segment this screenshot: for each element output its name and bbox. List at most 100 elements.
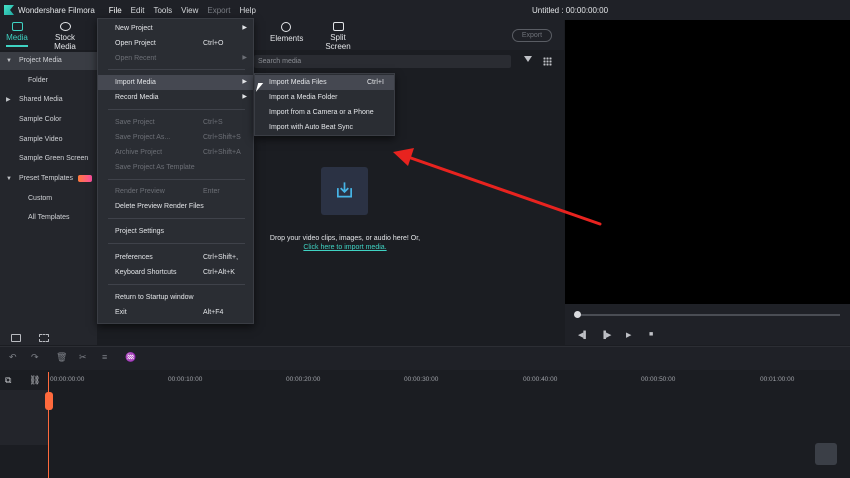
menu-item-label: Preferences bbox=[115, 254, 153, 261]
link-icon[interactable]: ⛓ bbox=[29, 375, 40, 386]
delete-icon[interactable]: 🗑 bbox=[56, 352, 67, 363]
menu-item-new-project[interactable]: New Project ▶ bbox=[98, 21, 253, 36]
tab-media-label: Media bbox=[6, 33, 28, 42]
menu-item-open-recent[interactable]: Open Recent ▶ bbox=[98, 51, 253, 66]
caret-down-icon: ▼ bbox=[6, 58, 12, 64]
menu-item-label: Open Recent bbox=[115, 55, 157, 62]
track-header bbox=[0, 390, 48, 445]
menu-tools[interactable]: Tools bbox=[153, 6, 172, 15]
cut-icon[interactable]: ✂ bbox=[79, 352, 87, 363]
step-forward-icon[interactable]: ▐▶ bbox=[601, 331, 611, 339]
menu-item-open-project[interactable]: Open Project Ctrl+O bbox=[98, 36, 253, 51]
filmora-logo-icon bbox=[4, 5, 14, 15]
menu-edit[interactable]: Edit bbox=[131, 6, 145, 15]
play-icon[interactable]: ▶ bbox=[626, 331, 631, 339]
menu-item-shortcut: Ctrl+Shift+A bbox=[203, 149, 241, 156]
submenu-arrow-icon: ▶ bbox=[242, 25, 247, 31]
sidebar-item-project-media[interactable]: ▼ Project Media bbox=[0, 52, 97, 70]
sidebar-item-label: Project Media bbox=[19, 57, 62, 64]
menu-item-label: Delete Preview Render Files bbox=[115, 203, 204, 210]
folder-outline-icon[interactable] bbox=[39, 334, 49, 342]
menu-item-return-to-startup[interactable]: Return to Startup window bbox=[98, 290, 253, 305]
tab-split-screen[interactable]: Split Screen bbox=[318, 22, 358, 51]
scrubber-handle[interactable] bbox=[574, 311, 581, 318]
tab-stock-media[interactable]: Stock Media bbox=[44, 22, 86, 51]
import-media-dropzone[interactable] bbox=[321, 167, 368, 215]
sidebar-item-label: Sample Video bbox=[19, 136, 63, 143]
menu-item-render-preview[interactable]: Render Preview Enter bbox=[98, 184, 253, 199]
menu-item-delete-preview-render-files[interactable]: Delete Preview Render Files bbox=[98, 199, 253, 214]
sidebar-item-preset-templates[interactable]: ▼ Preset Templates bbox=[0, 170, 97, 188]
menu-item-record-media[interactable]: Record Media ▶ bbox=[98, 90, 253, 105]
menu-file[interactable]: File bbox=[109, 6, 122, 15]
menu-item-label: Import a Media Folder bbox=[269, 94, 338, 101]
menu-separator bbox=[108, 218, 245, 219]
menu-item-save-project-as[interactable]: Save Project As... Ctrl+Shift+S bbox=[98, 130, 253, 145]
sidebar-item-sample-video[interactable]: Sample Video bbox=[0, 131, 97, 149]
menu-item-save-project[interactable]: Save Project Ctrl+S bbox=[98, 115, 253, 130]
sidebar-item-label: Shared Media bbox=[19, 96, 63, 103]
export-button[interactable]: Export bbox=[512, 29, 552, 42]
submenu-item-import-media-folder[interactable]: Import a Media Folder bbox=[255, 90, 394, 105]
menu-view[interactable]: View bbox=[181, 6, 198, 15]
sidebar-item-sample-color[interactable]: Sample Color bbox=[0, 111, 97, 129]
folder-icon bbox=[11, 22, 23, 31]
sidebar-item-all-templates[interactable]: All Templates bbox=[0, 209, 97, 227]
menu-item-exit[interactable]: Exit Alt+F4 bbox=[98, 305, 253, 320]
step-back-icon[interactable]: ◀▌ bbox=[578, 331, 588, 339]
tab-elements[interactable]: Elements bbox=[270, 22, 304, 43]
menu-item-save-as-template[interactable]: Save Project As Template bbox=[98, 160, 253, 175]
menu-item-import-media[interactable]: Import Media ▶ bbox=[98, 75, 253, 90]
menu-item-label: Open Project bbox=[115, 40, 156, 47]
menu-item-shortcut: Ctrl+O bbox=[203, 40, 224, 47]
undo-icon[interactable]: ↶ bbox=[9, 352, 17, 363]
tab-media[interactable]: Media bbox=[6, 22, 28, 47]
tab-elements-label: Elements bbox=[270, 34, 304, 43]
menu-item-label: Import Media bbox=[115, 79, 156, 86]
menu-item-label: Keyboard Shortcuts bbox=[115, 269, 177, 276]
menu-item-label: Save Project bbox=[115, 119, 155, 126]
stop-icon[interactable]: ■ bbox=[649, 331, 653, 338]
menu-separator bbox=[108, 179, 245, 180]
sidebar-item-sample-green-screen[interactable]: Sample Green Screen bbox=[0, 150, 97, 168]
sidebar-item-label: Preset Templates bbox=[19, 175, 73, 182]
time-tick: 00:00:20:00 bbox=[286, 376, 321, 383]
menu-item-shortcut: Ctrl+Shift+S bbox=[203, 134, 241, 141]
submenu-item-import-auto-beat-sync[interactable]: Import with Auto Beat Sync bbox=[255, 120, 394, 135]
menu-item-label: Project Settings bbox=[115, 228, 165, 235]
new-folder-icon[interactable] bbox=[11, 334, 21, 342]
timeline-tracks[interactable] bbox=[0, 390, 850, 478]
audio-icon[interactable]: ♒ bbox=[125, 352, 136, 363]
import-media-link[interactable]: Click here to import media. bbox=[262, 244, 428, 251]
redo-icon[interactable]: ↷ bbox=[31, 352, 39, 363]
filter-icon[interactable] bbox=[524, 56, 532, 62]
menu-item-keyboard-shortcuts[interactable]: Keyboard Shortcuts Ctrl+Alt+K bbox=[98, 265, 253, 280]
menu-help[interactable]: Help bbox=[239, 6, 255, 15]
active-tab-underline bbox=[6, 45, 28, 47]
new-badge bbox=[77, 174, 92, 182]
time-tick: 00:00:50:00 bbox=[641, 376, 676, 383]
grid-view-icon[interactable] bbox=[543, 57, 552, 66]
menu-export[interactable]: Export bbox=[207, 6, 230, 15]
add-track-icon[interactable]: ⧉ bbox=[5, 375, 11, 386]
sidebar-item-label: Folder bbox=[28, 77, 48, 84]
playhead-handle[interactable] bbox=[45, 392, 53, 410]
menu-item-label: Render Preview bbox=[115, 188, 165, 195]
preview-scrubber[interactable] bbox=[577, 314, 840, 316]
sidebar-item-folder[interactable]: Folder bbox=[0, 72, 97, 90]
menu-item-label: Record Media bbox=[115, 94, 159, 101]
submenu-item-import-media-files[interactable]: Import Media Files Ctrl+I bbox=[255, 75, 394, 90]
menu-item-archive-project[interactable]: Archive Project Ctrl+Shift+A bbox=[98, 145, 253, 160]
sidebar-item-shared-media[interactable]: ▶ Shared Media bbox=[0, 91, 97, 109]
submenu-item-import-from-camera[interactable]: Import from a Camera or a Phone bbox=[255, 105, 394, 120]
playhead[interactable] bbox=[48, 372, 49, 478]
adjust-icon[interactable]: ≡ bbox=[102, 352, 107, 362]
menu-item-preferences[interactable]: Preferences Ctrl+Shift+, bbox=[98, 250, 253, 265]
search-media-input[interactable]: Search media bbox=[254, 55, 511, 68]
time-tick: 00:00:10:00 bbox=[168, 376, 203, 383]
file-menu: New Project ▶ Open Project Ctrl+O Open R… bbox=[97, 18, 254, 324]
menu-item-label: New Project bbox=[115, 25, 153, 32]
sidebar-item-custom[interactable]: Custom bbox=[0, 190, 97, 208]
menu-item-project-settings[interactable]: Project Settings bbox=[98, 224, 253, 239]
elements-icon bbox=[281, 22, 291, 32]
